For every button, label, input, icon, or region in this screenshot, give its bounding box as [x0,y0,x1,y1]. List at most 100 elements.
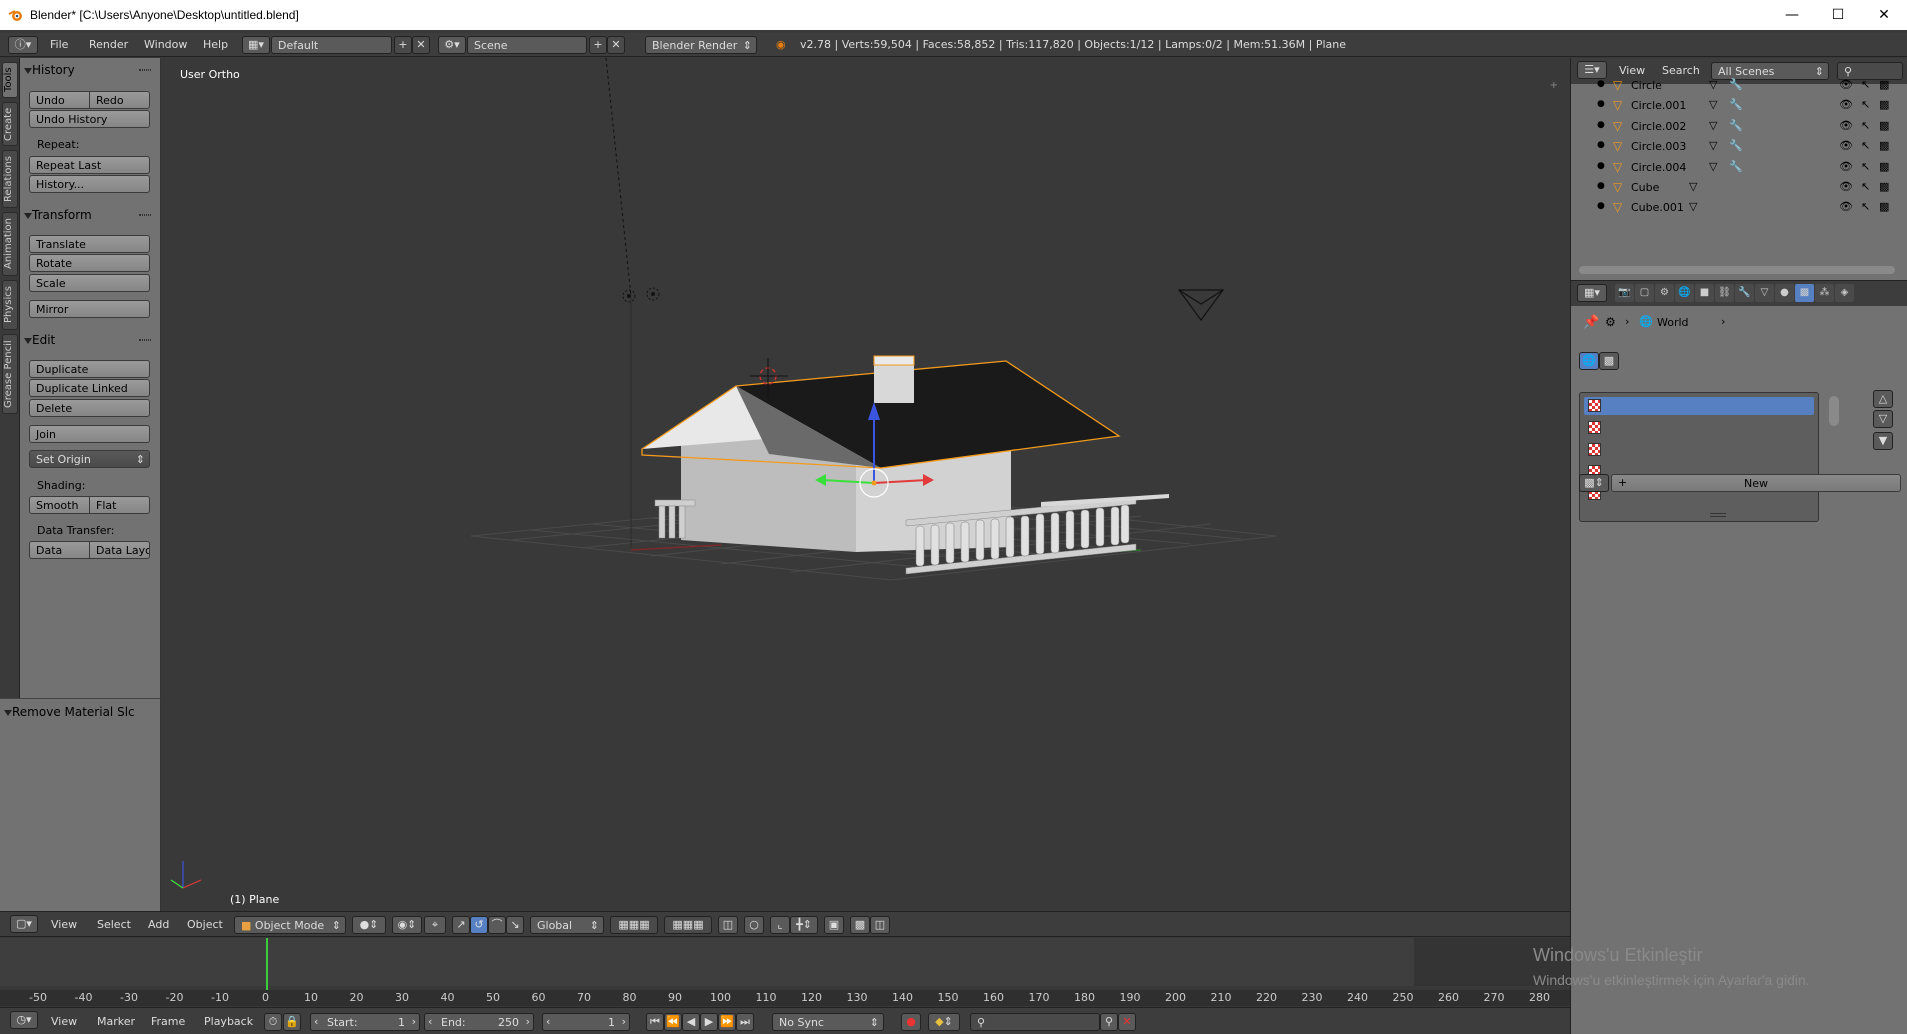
viewport-shading-icon[interactable]: ●⇕ [352,916,386,934]
expand-icon[interactable]: ● [1597,140,1605,150]
menu-playback[interactable]: Playback [204,1015,253,1028]
history-panel-header[interactable]: History [20,60,161,80]
renderability-camera-icon[interactable]: ▩ [1879,139,1889,152]
tab-physics[interactable]: Physics [2,280,18,330]
menu-add[interactable]: Add [148,918,169,931]
outliner-item-name[interactable]: Circle [1631,79,1662,92]
pin-icon[interactable]: 📌 [1583,315,1599,330]
slot-list-scroll[interactable] [1825,392,1843,522]
timeline-editor-type-icon[interactable]: ◷▾ [10,1011,38,1029]
menu-window[interactable]: Window [144,38,187,51]
arc-manip-icon[interactable]: ⌒ [488,916,506,934]
slot-specials-icon[interactable]: ▼ [1873,432,1893,450]
record-icon[interactable]: ● [901,1013,921,1031]
menu-marker[interactable]: Marker [97,1015,135,1028]
data-transfer-button[interactable]: Data [29,541,90,559]
outliner-item-name[interactable]: Cube [1631,181,1659,194]
layer-lock-icon[interactable]: ◫ [718,916,738,934]
move-slot-up-icon[interactable]: △ [1873,390,1893,408]
scene-tab-icon[interactable]: ⚙ [1655,284,1674,302]
physics-tab-icon[interactable]: ◈ [1835,284,1854,302]
insert-keyframe-icon[interactable]: ⚲ [1100,1013,1118,1031]
selectability-arrow-icon[interactable]: ↖ [1861,78,1870,91]
outliner-item-name[interactable]: Circle.001 [1631,99,1686,112]
other-texture-context-icon[interactable]: ▩ [1599,352,1619,370]
outliner-row[interactable]: ● ▽ Circle.003 ▽ 🔧 👁 ↖ ▩ [1571,137,1907,157]
history-button[interactable]: History... [29,175,150,193]
outliner-scrollbar[interactable] [1579,266,1895,274]
renderability-camera-icon[interactable]: ▩ [1879,180,1889,193]
layers-group-1-icon[interactable]: ▦▦▦ [610,916,658,934]
scale-button[interactable]: Scale [29,274,150,292]
selectability-arrow-icon[interactable]: ↖ [1861,180,1870,193]
data-tab-icon[interactable]: ▽ [1755,284,1774,302]
data-layout-button[interactable]: Data Layo [89,541,150,559]
texture-slot[interactable] [1584,441,1814,459]
layout-field[interactable]: Default [271,36,392,54]
panel-grip-icon[interactable] [139,339,151,341]
menu-frame[interactable]: Frame [151,1015,185,1028]
outliner-row[interactable]: ● ▽ Circle ▽ 🔧 👁 ↖ ▩ [1571,76,1907,96]
snap-element-icon[interactable]: ╋⇕ [790,916,818,934]
mirror-button[interactable]: Mirror [29,300,150,318]
menu-object[interactable]: Object [187,918,223,931]
undo-history-button[interactable]: Undo History [29,110,150,128]
move-slot-down-icon[interactable]: ▽ [1873,410,1893,428]
visibility-eye-icon[interactable]: 👁 [1839,119,1853,132]
selectability-arrow-icon[interactable]: ↖ [1861,139,1870,152]
delete-keyframe-icon[interactable]: ✕ [1118,1013,1136,1031]
expand-icon[interactable]: ● [1597,181,1605,191]
render-tab-icon[interactable]: 📷 [1615,284,1634,302]
outliner-item-name[interactable]: Cube.001 [1631,201,1684,214]
snap-target-icon[interactable]: ▣ [824,916,844,934]
material-tab-icon[interactable]: ● [1775,284,1794,302]
flat-button[interactable]: Flat [89,496,150,514]
menu-help[interactable]: Help [203,38,228,51]
jump-key-forward-icon[interactable]: ⏩ [718,1013,736,1031]
sync-select[interactable]: No Sync ⇕ [772,1013,884,1031]
scene-field[interactable]: Scene [467,36,587,54]
viewport-expand-icon[interactable]: + [1550,80,1558,91]
editor-type-icon[interactable]: ▢▾ [10,915,38,933]
outliner-row[interactable]: ● ▽ Cube ▽ 👁 ↖ ▩ [1571,178,1907,198]
constraints-tab-icon[interactable]: ⛓ [1715,284,1734,302]
visibility-eye-icon[interactable]: 👁 [1839,180,1853,193]
end-frame-field[interactable]: ‹ End: 250 › [424,1013,534,1031]
close-icon[interactable]: ✕ [1861,0,1907,30]
menu-select[interactable]: Select [97,918,131,931]
tab-create[interactable]: Create [2,102,18,146]
visibility-eye-icon[interactable]: 👁 [1839,98,1853,111]
duplicate-button[interactable]: Duplicate [29,360,150,378]
slot-list-resize-grip[interactable] [1710,513,1726,517]
expand-icon[interactable]: ● [1597,99,1605,109]
menu-render[interactable]: Render [89,38,128,51]
scene-icon[interactable]: ⚙▾ [438,36,466,54]
smooth-button[interactable]: Smooth [29,496,90,514]
slot-scroll-thumb[interactable] [1829,396,1839,426]
translate-button[interactable]: Translate [29,235,150,253]
lock-range-icon[interactable]: 🔒 [283,1013,301,1031]
scale-manip-icon[interactable]: ↘ [506,916,524,934]
renderability-camera-icon[interactable]: ▩ [1879,78,1889,91]
visibility-eye-icon[interactable]: 👁 [1839,200,1853,213]
world-texture-context-icon[interactable]: 🌐 [1579,352,1599,370]
tab-grease-pencil[interactable]: Grease Pencil [2,334,18,414]
render-engine-select[interactable]: Blender Render ⇕ [645,36,757,54]
tab-animation[interactable]: Animation [2,212,18,276]
pivot-point-icon[interactable]: ◉⇕ [392,916,422,934]
visibility-eye-icon[interactable]: 👁 [1839,160,1853,173]
menu-view[interactable]: View [51,918,77,931]
expand-icon[interactable]: ● [1597,161,1605,171]
object-tab-icon[interactable]: ■ [1695,284,1714,302]
texture-slot[interactable] [1584,419,1814,437]
selectability-arrow-icon[interactable]: ↖ [1861,160,1870,173]
3d-viewport[interactable]: User Ortho (1) Plane + [161,58,1570,911]
play-icon[interactable]: ▶ [700,1013,718,1031]
outliner-row[interactable]: ● ▽ Cube.001 ▽ 👁 ↖ ▩ [1571,198,1907,218]
renderability-camera-icon[interactable]: ▩ [1879,119,1889,132]
outliner-item-name[interactable]: Circle.003 [1631,140,1686,153]
outliner-row[interactable]: ● ▽ Circle.002 ▽ 🔧 👁 ↖ ▩ [1571,117,1907,137]
start-frame-field[interactable]: ‹ Start: 1 › [310,1013,420,1031]
manipulator-toggle-icon[interactable]: ⌖ [424,916,446,934]
rotate-manip-icon[interactable]: ↺ [470,916,488,934]
